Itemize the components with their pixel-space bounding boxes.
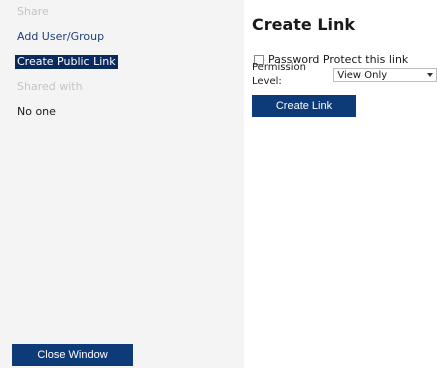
create-public-link-item[interactable]: Create Public Link — [15, 55, 118, 69]
permission-level-select[interactable]: View Only — [333, 68, 437, 82]
shared-with-value: No one — [17, 105, 56, 118]
create-link-button[interactable]: Create Link — [252, 95, 356, 117]
share-heading: Share — [17, 5, 49, 18]
shared-with-heading: Shared with — [17, 80, 83, 93]
share-dialog: Share Add User/Group Create Public Link … — [0, 0, 437, 368]
chevron-down-icon — [427, 73, 433, 77]
permission-row: Permission Level: View Only — [252, 62, 437, 87]
close-window-button[interactable]: Close Window — [12, 344, 133, 366]
permission-level-label: Permission Level: — [252, 62, 306, 87]
page-title: Create Link — [252, 15, 356, 34]
permission-level-value: View Only — [337, 69, 388, 81]
sidebar: Share Add User/Group Create Public Link … — [0, 0, 244, 368]
add-user-group-link[interactable]: Add User/Group — [17, 30, 104, 44]
